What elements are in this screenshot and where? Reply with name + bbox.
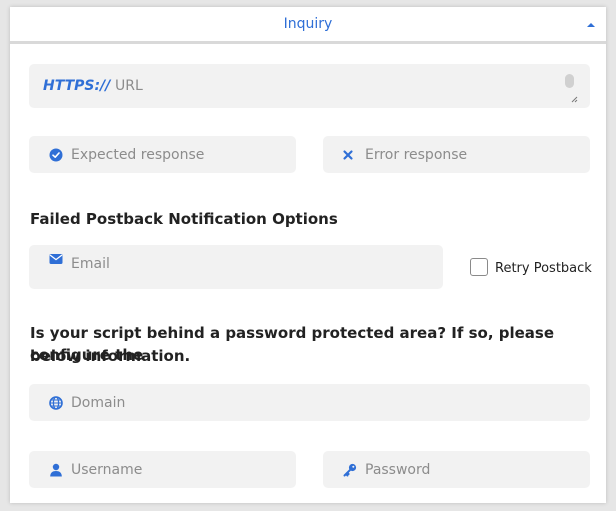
expected-response-placeholder: Expected response bbox=[71, 146, 205, 163]
domain-field[interactable]: Domain bbox=[29, 384, 590, 421]
username-placeholder: Username bbox=[71, 461, 143, 478]
username-field[interactable]: Username bbox=[29, 451, 296, 488]
postback-section-heading: Failed Postback Notification Options bbox=[30, 210, 338, 228]
retry-postback-label[interactable]: Retry Postback bbox=[495, 261, 592, 276]
url-scheme-label: HTTPS:// bbox=[43, 78, 111, 94]
auth-section-heading-line2: below information. bbox=[30, 347, 191, 365]
email-placeholder: Email bbox=[71, 256, 110, 272]
url-field[interactable]: HTTPS:// URL bbox=[29, 64, 590, 108]
email-field[interactable]: Email bbox=[29, 245, 443, 289]
domain-placeholder: Domain bbox=[71, 394, 126, 411]
error-response-field[interactable]: Error response bbox=[323, 136, 590, 173]
x-icon bbox=[343, 149, 353, 160]
panel-title: Inquiry bbox=[283, 16, 333, 32]
inquiry-panel: Inquiry HTTPS:// URL Expected response E… bbox=[10, 7, 606, 503]
resize-grip-icon[interactable] bbox=[570, 95, 578, 103]
key-icon bbox=[343, 463, 357, 476]
user-icon bbox=[50, 463, 62, 476]
globe-icon bbox=[49, 395, 63, 410]
envelope-icon bbox=[49, 254, 63, 264]
password-field[interactable]: Password bbox=[323, 451, 590, 488]
panel-header[interactable]: Inquiry bbox=[10, 7, 606, 44]
caret-up-icon[interactable] bbox=[584, 18, 598, 32]
expected-response-field[interactable]: Expected response bbox=[29, 136, 296, 173]
check-circle-icon bbox=[49, 148, 63, 161]
retry-postback-checkbox[interactable] bbox=[470, 258, 488, 276]
password-placeholder: Password bbox=[365, 461, 431, 478]
scrollbar-thumb[interactable] bbox=[565, 74, 574, 88]
error-response-placeholder: Error response bbox=[365, 146, 468, 163]
url-placeholder: URL bbox=[115, 78, 143, 94]
